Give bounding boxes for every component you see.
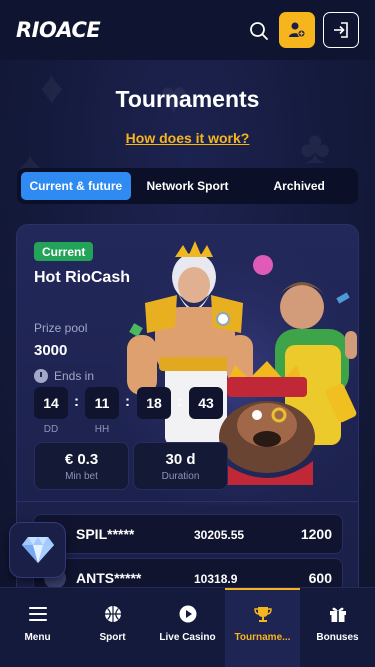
hamburger-icon [28, 604, 48, 624]
page-title: Tournaments [115, 86, 260, 112]
diamond-icon [21, 537, 54, 563]
timer-hours: 11 [85, 387, 119, 419]
club-decoration-icon: ♣ [300, 121, 331, 173]
ends-in-label: Ends in [54, 369, 95, 383]
user-plus-icon [289, 22, 306, 38]
tournament-tabs: Current & future Network Sport Archived [17, 168, 358, 204]
how-it-works-link[interactable]: How does it work? [0, 130, 375, 146]
tab-current-future[interactable]: Current & future [21, 172, 131, 200]
prize-pool-value: 3000 [34, 342, 68, 359]
clock-icon [34, 369, 48, 383]
nav-label: Sport [99, 632, 126, 643]
rioace-logo[interactable]: RIOACE [16, 18, 101, 42]
nav-label: Menu [24, 632, 51, 643]
vip-diamond-button[interactable] [9, 522, 66, 578]
gift-icon [328, 604, 348, 624]
nav-live-casino[interactable]: Live Casino [150, 588, 225, 667]
login-button[interactable] [323, 12, 359, 48]
min-bet-box: € 0.3 Min bet [34, 442, 129, 490]
player-prize: 600 [308, 570, 332, 586]
status-badge: Current [34, 242, 94, 261]
min-bet-label: Min bet [65, 470, 98, 482]
search-button[interactable] [244, 16, 274, 46]
player-score: 30205.55 [194, 528, 245, 542]
nav-label: Live Casino [159, 632, 216, 643]
duration-label: Duration [161, 470, 200, 482]
tab-network-sport[interactable]: Network Sport [133, 172, 243, 200]
nav-label: Tourname... [234, 632, 291, 643]
timer-unit-hours: HH [94, 424, 110, 435]
bottom-navigation: Menu Sport Live Casino Tourname... Bonus… [0, 587, 375, 667]
player-score: 10318.9 [194, 572, 238, 586]
leaderboard-row[interactable]: SPIL***** 30205.55 1200 [33, 514, 343, 554]
timer-separator: : [74, 393, 79, 410]
duration-box: 30 d Duration [133, 442, 228, 490]
top-bar: RIOACE [0, 0, 375, 60]
player-prize: 1200 [300, 526, 332, 542]
nav-sport[interactable]: Sport [75, 588, 150, 667]
timer-minutes: 18 [137, 387, 171, 419]
login-arrow-icon [334, 22, 348, 38]
min-bet-value: € 0.3 [64, 450, 99, 468]
play-circle-icon [178, 604, 198, 624]
duration-value: 30 d [165, 450, 196, 468]
nav-label: Bonuses [316, 632, 359, 643]
tournament-card[interactable]: Current Hot RioCash Prize pool 3000 Ends… [16, 224, 359, 604]
prize-pool-label: Prize pool [34, 321, 88, 335]
nav-tournaments[interactable]: Tourname... [225, 588, 300, 667]
basketball-icon [103, 604, 123, 624]
timer-separator: : [177, 393, 182, 410]
trophy-icon [253, 604, 273, 624]
timer-separator: : [125, 393, 130, 410]
nav-menu[interactable]: Menu [0, 588, 75, 667]
timer-seconds: 43 [189, 387, 223, 419]
player-name: ANTS***** [76, 570, 142, 586]
timer-days: 14 [34, 387, 68, 419]
tab-archived[interactable]: Archived [244, 172, 354, 200]
ends-in-row: Ends in [34, 369, 94, 383]
timer-unit-days: DD [43, 424, 59, 435]
nav-bonuses[interactable]: Bonuses [300, 588, 375, 667]
register-button[interactable] [279, 12, 315, 48]
player-name: SPIL***** [76, 526, 135, 542]
tournament-name: Hot RioCash [34, 269, 130, 286]
card-divider [17, 501, 358, 502]
search-icon [250, 22, 268, 40]
